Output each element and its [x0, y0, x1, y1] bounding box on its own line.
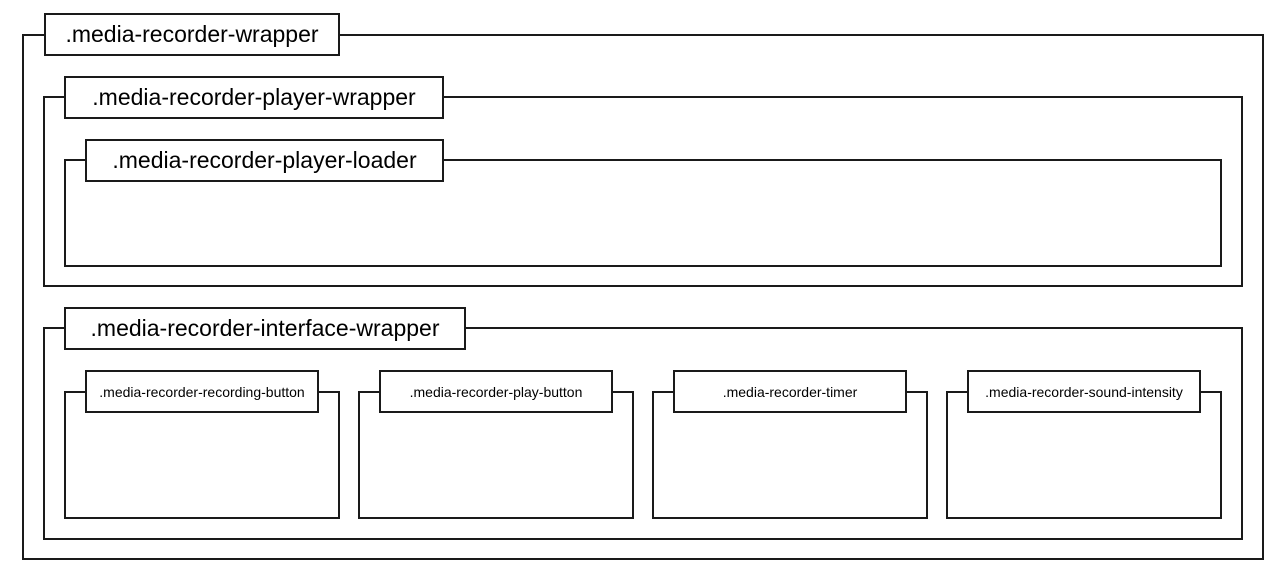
media-recorder-interface-wrapper-label: .media-recorder-interface-wrapper — [64, 307, 466, 350]
media-recorder-player-loader-label: .media-recorder-player-loader — [85, 139, 444, 182]
media-recorder-wrapper-label: .media-recorder-wrapper — [44, 13, 340, 56]
media-recorder-sound-intensity-label: .media-recorder-sound-intensity — [967, 370, 1201, 413]
media-recorder-play-button-label: .media-recorder-play-button — [379, 370, 613, 413]
media-recorder-player-wrapper-label: .media-recorder-player-wrapper — [64, 76, 444, 119]
media-recorder-timer-label: .media-recorder-timer — [673, 370, 907, 413]
media-recorder-recording-button-label: .media-recorder-recording-button — [85, 370, 319, 413]
